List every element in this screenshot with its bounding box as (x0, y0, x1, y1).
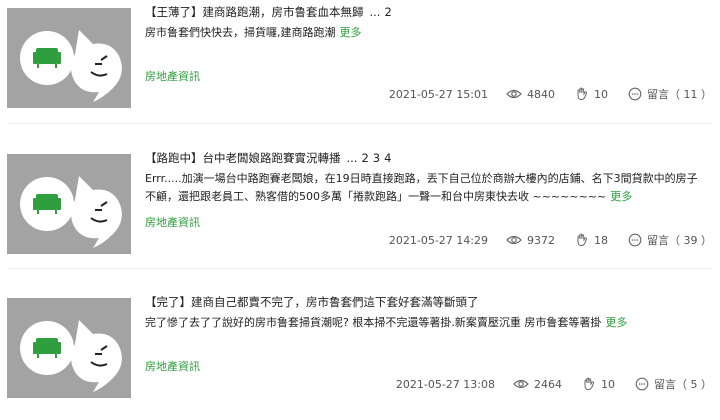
page-link[interactable]: 2 (384, 5, 391, 19)
post-thumbnail[interactable] (7, 154, 131, 254)
category-link[interactable]: 房地產資訊 (145, 214, 200, 230)
clap-button[interactable]: 10 (582, 377, 615, 391)
divider (8, 268, 712, 269)
comment-icon (635, 377, 649, 391)
clap-icon (584, 377, 595, 391)
view-count: 9372 (506, 234, 555, 247)
comment-count-text[interactable]: 留言（ 5 ） (654, 376, 712, 392)
clap-icon (577, 87, 588, 101)
more-link[interactable]: 更多 (605, 316, 627, 329)
title-ellipsis: ... (346, 151, 358, 165)
title-ellipsis: ... (369, 5, 381, 19)
post-title[interactable]: 【完了】建商自己都賣不完了，房市鲁套們這下套好套滿等斷頭了 (145, 294, 479, 310)
post-excerpt: 完了慘了去了了說好的房市鲁套掃貨潮呢? 根本掃不完還等著掛.新案賣壓沉重 房市鲁… (145, 314, 705, 332)
more-link[interactable]: 更多 (610, 190, 632, 203)
excerpt-text: 房市鲁套們快快去，掃貨囉,建商路跑潮 (145, 26, 336, 39)
view-count: 2464 (513, 378, 562, 391)
view-count-text: 2464 (534, 377, 562, 391)
post-meta: 2021-05-27 13:08 2464 10 留言（ 5 ） (396, 376, 712, 392)
post-thumbnail[interactable] (7, 8, 131, 108)
post-card: 【路跑中】台中老闆娘路跑賽實況轉播... 2 3 4 Errr.....加演一場台中路… (0, 144, 720, 274)
view-count: 4840 (506, 88, 555, 101)
post-meta: 2021-05-27 14:29 9372 18 留言（ 39 ） (389, 232, 712, 248)
view-count-text: 9372 (527, 233, 555, 247)
comment-button[interactable]: 留言（ 39 ） (628, 232, 712, 248)
post-title[interactable]: 【王薄了】建商路跑潮，房市鲁套血本無歸... 2 (145, 4, 392, 20)
post-card: 【完了】建商自己都賣不完了，房市鲁套們這下套好套滿等斷頭了 完了慘了去了了說好的… (0, 290, 720, 420)
post-date: 2021-05-27 15:01 (388, 87, 488, 101)
post-title-text[interactable]: 【路跑中】台中老闆娘路跑賽實況轉播 (145, 151, 341, 165)
comment-icon (628, 87, 642, 101)
comment-button[interactable]: 留言（ 11 ） (628, 86, 712, 102)
clap-button[interactable]: 18 (575, 233, 608, 247)
post-date: 2021-05-27 13:08 (395, 377, 495, 391)
clap-count-text: 18 (594, 233, 608, 247)
post-meta: 2021-05-27 15:01 4840 10 留言（ 11 ） (389, 86, 712, 102)
ghost-mascot-icon (71, 30, 122, 102)
post-title[interactable]: 【路跑中】台中老闆娘路跑賽實況轉播... 2 3 4 (145, 150, 391, 166)
ghost-mascot-icon (71, 176, 122, 248)
more-link[interactable]: 更多 (340, 26, 362, 39)
category-link[interactable]: 房地產資訊 (145, 68, 200, 84)
category-link[interactable]: 房地產資訊 (145, 358, 200, 374)
eye-icon (506, 235, 522, 245)
page-link[interactable]: 3 (373, 151, 380, 165)
comment-button[interactable]: 留言（ 5 ） (635, 376, 712, 392)
post-excerpt: 房市鲁套們快快去，掃貨囉,建商路跑潮 更多 (145, 24, 705, 42)
eye-icon (506, 89, 522, 99)
page-link[interactable]: 4 (384, 151, 391, 165)
comment-icon (628, 233, 642, 247)
view-count-text: 4840 (527, 87, 555, 101)
post-date: 2021-05-27 14:29 (388, 233, 488, 247)
post-thumbnail[interactable] (7, 298, 131, 398)
eye-icon (513, 379, 529, 389)
clap-icon (577, 233, 588, 247)
post-title-text[interactable]: 【完了】建商自己都賣不完了，房市鲁套們這下套好套滿等斷頭了 (145, 295, 479, 309)
ghost-mascot-icon (71, 320, 122, 392)
divider (8, 123, 712, 124)
clap-count-text: 10 (594, 87, 608, 101)
comment-count-text[interactable]: 留言（ 11 ） (647, 86, 712, 102)
page-link[interactable]: 2 (361, 151, 368, 165)
excerpt-text: 完了慘了去了了說好的房市鲁套掃貨潮呢? 根本掃不完還等著掛.新案賣壓沉重 房市鲁… (145, 316, 602, 329)
clap-count-text: 10 (601, 377, 615, 391)
post-title-text[interactable]: 【王薄了】建商路跑潮，房市鲁套血本無歸 (145, 5, 364, 19)
post-excerpt: Errr.....加演一場台中路跑賽老闆娘，在19日時直接跑路，丟下自己位於商辦… (145, 170, 705, 206)
comment-count-text[interactable]: 留言（ 39 ） (647, 232, 712, 248)
clap-button[interactable]: 10 (575, 87, 608, 101)
post-card: 【王薄了】建商路跑潮，房市鲁套血本無歸... 2 房市鲁套們快快去，掃貨囉,建商路… (0, 0, 720, 130)
